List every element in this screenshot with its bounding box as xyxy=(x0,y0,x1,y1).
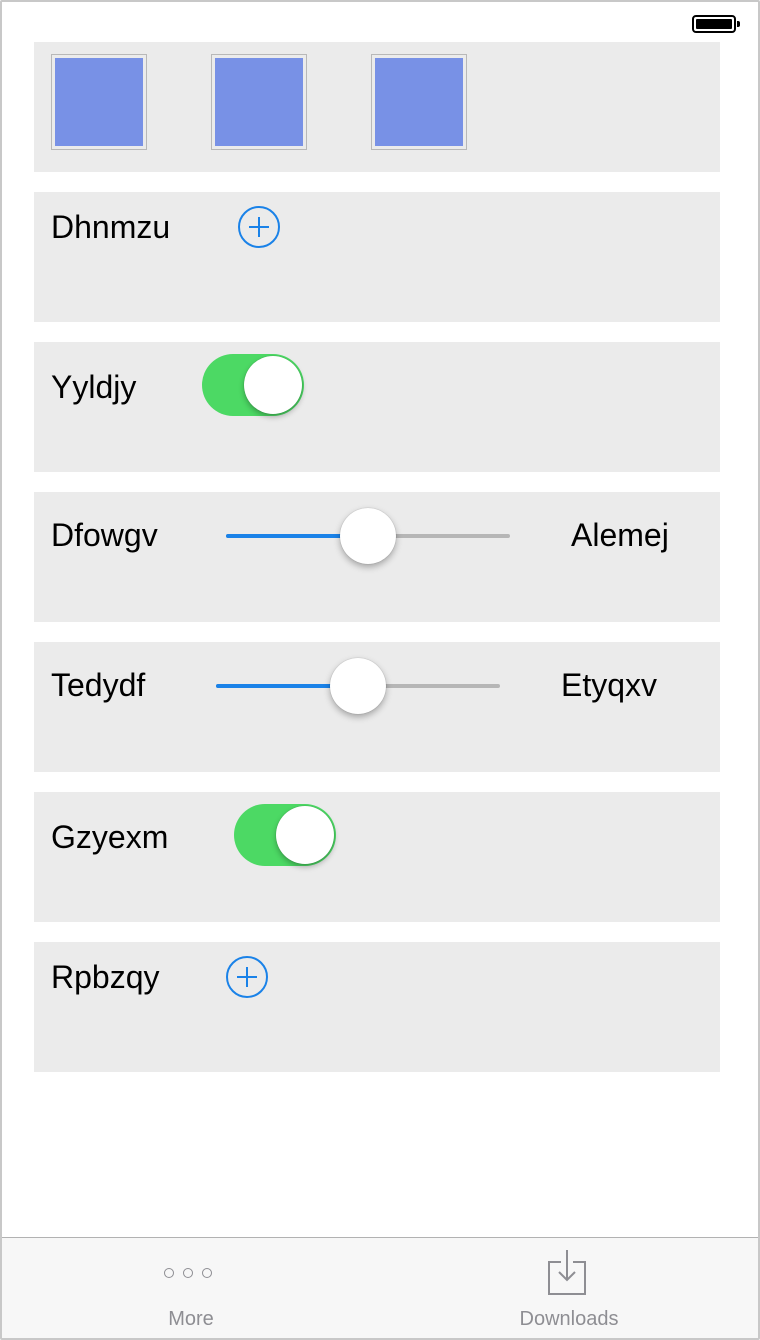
app-screen: Dhnmzu Yyldjy Dfowgv Alemej Tedydf Etyqx… xyxy=(0,0,760,1340)
etyqxv-label: Etyqxv xyxy=(561,667,658,703)
yyldjy-row-card: Yyldjy xyxy=(34,342,720,472)
tedydf-slider[interactable] xyxy=(216,656,500,716)
download-tray-icon xyxy=(548,1250,586,1295)
tab-more-label: More xyxy=(168,1308,214,1330)
rpbzqy-row-card: Rpbzqy xyxy=(34,942,720,1072)
toggle-knob xyxy=(244,356,302,414)
tedydf-row-card: Tedydf Etyqxv xyxy=(34,642,720,772)
color-tile[interactable] xyxy=(371,54,467,150)
add-circle-icon[interactable] xyxy=(226,956,268,998)
gzyexm-label: Gzyexm xyxy=(51,819,169,855)
color-tile[interactable] xyxy=(51,54,147,150)
tab-downloads-label: Downloads xyxy=(519,1308,619,1330)
dfowgv-slider[interactable] xyxy=(226,506,510,566)
slider-thumb[interactable] xyxy=(340,508,396,564)
tab-more[interactable]: More xyxy=(2,1238,380,1338)
status-bar xyxy=(2,2,758,42)
tab-downloads[interactable]: Downloads xyxy=(380,1238,758,1338)
alemej-label: Alemej xyxy=(571,517,669,553)
more-dots-icon xyxy=(164,1266,216,1280)
yyldjy-toggle[interactable] xyxy=(202,354,304,416)
dhnmzu-label: Dhnmzu xyxy=(51,209,171,245)
tile-row-card xyxy=(34,42,720,172)
yyldjy-label: Yyldjy xyxy=(51,369,137,405)
battery-full-icon xyxy=(692,15,740,33)
tedydf-label: Tedydf xyxy=(51,667,146,703)
gzyexm-toggle[interactable] xyxy=(234,804,336,866)
dhnmzu-row-card: Dhnmzu xyxy=(34,192,720,322)
dfowgv-label: Dfowgv xyxy=(51,517,158,553)
dfowgv-row-card: Dfowgv Alemej xyxy=(34,492,720,622)
gzyexm-row-card: Gzyexm xyxy=(34,792,720,922)
rpbzqy-label: Rpbzqy xyxy=(51,959,160,995)
add-circle-icon[interactable] xyxy=(238,206,280,248)
color-tile[interactable] xyxy=(211,54,307,150)
slider-thumb[interactable] xyxy=(330,658,386,714)
toggle-knob xyxy=(276,806,334,864)
tab-bar: More Downloads xyxy=(2,1237,758,1338)
